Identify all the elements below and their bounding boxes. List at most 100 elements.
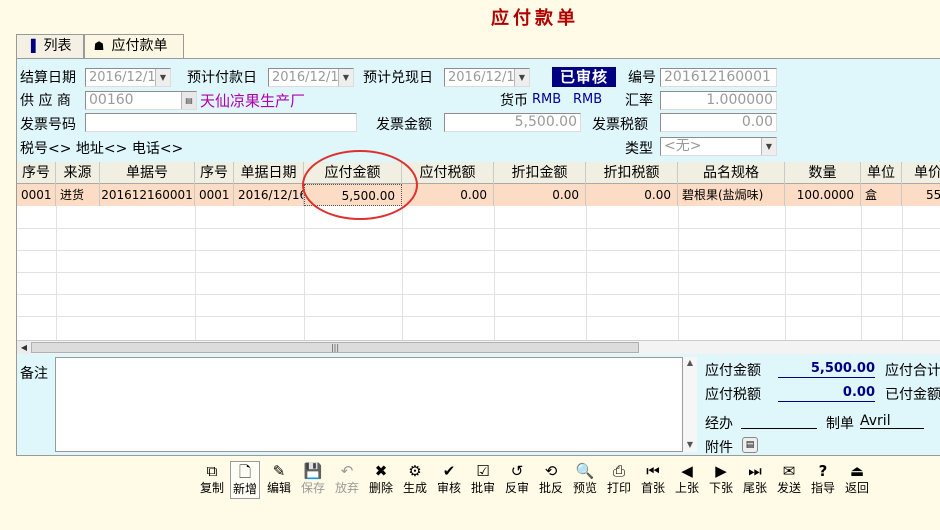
lookup-icon[interactable]: ▤ bbox=[181, 92, 196, 109]
first-record-button-label: 首张 bbox=[640, 481, 665, 495]
table-cell[interactable]: 碧根果(盐焗味) bbox=[678, 184, 785, 206]
grid-line bbox=[17, 250, 940, 251]
invoice-amount-field[interactable]: 5,500.00 bbox=[444, 113, 581, 132]
col-header[interactable]: 折扣税额 bbox=[586, 162, 678, 184]
table-cell[interactable]: 进货 bbox=[56, 184, 100, 206]
table-cell[interactable]: 0.00 bbox=[586, 184, 678, 206]
memo-scrollbar[interactable]: ▲ ▼ bbox=[683, 357, 697, 452]
payable-amount-label: 应付金额 bbox=[705, 363, 761, 379]
delete-button[interactable]: ✖ 删除 bbox=[366, 461, 396, 499]
exit-icon: ⏏ bbox=[849, 462, 865, 480]
undo-icon: ↶ bbox=[340, 462, 354, 480]
scroll-left-icon[interactable]: ◀ bbox=[17, 341, 31, 354]
supplier-code-value: 00160 bbox=[89, 92, 134, 108]
batch-approve-icon: ☑ bbox=[476, 462, 490, 480]
supplier-code-field[interactable]: 00160 ▤ bbox=[85, 91, 197, 110]
grid-line bbox=[304, 206, 305, 340]
new-button[interactable]: 🗋 新增 bbox=[230, 461, 260, 499]
discard-button[interactable]: ↶ 放弃 bbox=[332, 461, 362, 499]
handler-field[interactable] bbox=[741, 413, 817, 429]
grid-horizontal-scrollbar[interactable]: ◀ ||| bbox=[17, 340, 940, 354]
chevron-down-icon[interactable]: ▼ bbox=[761, 138, 776, 155]
generate-button[interactable]: ⚙ 生成 bbox=[400, 461, 430, 499]
next-record-button-label: 下张 bbox=[708, 481, 733, 495]
grid-line bbox=[785, 206, 786, 340]
batch-unapprove-button[interactable]: ⟲ 批反 bbox=[536, 461, 566, 499]
print-button[interactable]: ⎙ 打印 bbox=[604, 461, 634, 499]
rate-label: 汇率 bbox=[625, 93, 653, 109]
table-cell[interactable]: 0001 bbox=[195, 184, 234, 206]
col-header[interactable]: 序号 bbox=[195, 162, 234, 184]
invoice-tax-label: 发票税额 bbox=[592, 117, 648, 133]
copy-icon: ⧉ bbox=[206, 462, 218, 480]
plan-cash-date-field[interactable]: 2016/12/16 ▼ bbox=[444, 68, 530, 87]
grid-line bbox=[586, 206, 587, 340]
settle-date-field[interactable]: 2016/12/16 ▼ bbox=[85, 68, 171, 87]
col-header[interactable]: 来源 bbox=[56, 162, 100, 184]
table-row[interactable]: 0001 进货 201612160001 0001 2016/12/16 5,5… bbox=[17, 184, 940, 206]
table-cell[interactable]: 201612160001 bbox=[100, 184, 195, 206]
invoice-tax-field[interactable]: 0.00 bbox=[660, 113, 777, 132]
preview-button-label: 预览 bbox=[572, 481, 597, 495]
previous-record-button[interactable]: ◀ 上张 bbox=[672, 461, 702, 499]
first-record-button[interactable]: ⏮ 首张 bbox=[638, 461, 668, 499]
attach-label: 附件 bbox=[705, 440, 733, 456]
col-header[interactable]: 序号 bbox=[17, 162, 56, 184]
grid-line bbox=[902, 206, 903, 340]
col-header[interactable]: 单价 bbox=[902, 162, 940, 184]
preview-button[interactable]: 🔍 预览 bbox=[570, 461, 600, 499]
payable-total-label: 应付合计 bbox=[885, 363, 940, 379]
chevron-down-icon[interactable]: ▼ bbox=[155, 69, 170, 86]
scroll-up-icon[interactable]: ▲ bbox=[683, 357, 697, 369]
table-cell[interactable]: 0.00 bbox=[494, 184, 586, 206]
scroll-thumb[interactable]: ||| bbox=[31, 342, 639, 353]
delete-button-label: 删除 bbox=[368, 481, 393, 495]
last-record-button[interactable]: ⏭ 尾张 bbox=[740, 461, 770, 499]
scroll-down-icon[interactable]: ▼ bbox=[683, 439, 697, 451]
next-record-icon: ▶ bbox=[715, 462, 727, 480]
table-cell[interactable]: 0001 bbox=[17, 184, 56, 206]
table-cell[interactable]: 55 bbox=[902, 184, 940, 206]
table-cell[interactable]: 盒 bbox=[861, 184, 902, 206]
attachment-icon[interactable]: ▤ bbox=[742, 437, 758, 453]
copy-button[interactable]: ⧉ 复制 bbox=[197, 461, 227, 499]
plan-pay-date-label: 预计付款日 bbox=[187, 70, 257, 86]
edit-button[interactable]: ✎ 编辑 bbox=[264, 461, 294, 499]
type-value: <无> bbox=[664, 138, 702, 154]
plan-pay-date-field[interactable]: 2016/12/16 ▼ bbox=[268, 68, 354, 87]
next-record-button[interactable]: ▶ 下张 bbox=[706, 461, 736, 499]
col-header[interactable]: 单据号 bbox=[100, 162, 195, 184]
tab-payable-form-label: 应付款单 bbox=[111, 38, 168, 54]
col-header[interactable]: 折扣金额 bbox=[494, 162, 586, 184]
memo-textarea[interactable] bbox=[55, 357, 683, 452]
number-field[interactable]: 201612160001 bbox=[660, 68, 777, 87]
table-cell[interactable]: 100.0000 bbox=[785, 184, 861, 206]
col-header[interactable]: 数量 bbox=[785, 162, 861, 184]
save-icon: 💾 bbox=[303, 462, 323, 480]
save-button[interactable]: 💾 保存 bbox=[298, 461, 328, 499]
col-header[interactable]: 品名规格 bbox=[678, 162, 785, 184]
action-toolbar: ⧉ 复制 🗋 新增 ✎ 编辑 💾 保存 ↶ 放弃 ✖ 删除 ⚙ 生成 ✔ 审核 … bbox=[197, 461, 873, 501]
send-button[interactable]: ✉ 发送 bbox=[774, 461, 804, 499]
grid-line bbox=[494, 206, 495, 340]
chevron-down-icon[interactable]: ▼ bbox=[514, 69, 529, 86]
invoice-no-field[interactable] bbox=[85, 113, 357, 132]
approve-button[interactable]: ✔ 审核 bbox=[434, 461, 464, 499]
table-cell[interactable]: 2016/12/16 bbox=[234, 184, 304, 206]
type-select[interactable]: <无> ▼ bbox=[660, 137, 777, 156]
unapprove-button[interactable]: ↺ 反审 bbox=[502, 461, 532, 499]
col-header[interactable]: 单位 bbox=[861, 162, 902, 184]
tab-list[interactable]: ▐ 列表 bbox=[16, 34, 84, 58]
tab-payable-form[interactable]: ☗ 应付款单 bbox=[84, 34, 184, 59]
col-header[interactable]: 单据日期 bbox=[234, 162, 304, 184]
maker-field: Avril bbox=[860, 413, 924, 429]
delete-icon: ✖ bbox=[374, 462, 388, 480]
chevron-down-icon[interactable]: ▼ bbox=[338, 69, 353, 86]
help-button[interactable]: ? 指导 bbox=[808, 461, 838, 499]
rate-field[interactable]: 1.000000 bbox=[660, 91, 777, 110]
payable-tax-label: 应付税额 bbox=[705, 387, 761, 403]
batch-approve-button[interactable]: ☑ 批审 bbox=[468, 461, 498, 499]
plan-cash-date-label: 预计兑现日 bbox=[363, 70, 433, 86]
exit-button[interactable]: ⏏ 返回 bbox=[842, 461, 872, 499]
form-icon: ☗ bbox=[93, 39, 105, 53]
